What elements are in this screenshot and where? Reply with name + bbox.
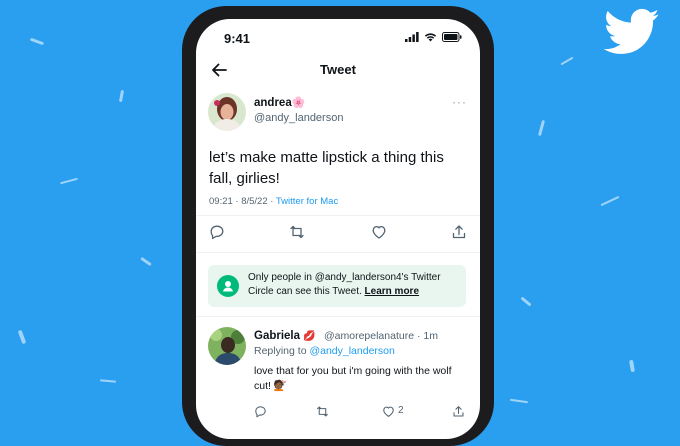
more-options-icon[interactable]: ··· [452, 95, 467, 109]
retweet-icon[interactable] [289, 224, 305, 240]
reply-text: love that for you but i'm going with the… [254, 365, 452, 392]
replying-to-handle-link[interactable]: @andy_landerson [309, 345, 394, 357]
reply-icon[interactable] [254, 405, 267, 418]
replying-to: Replying to @andy_landerson [254, 345, 395, 357]
top-navigation-bar: Tweet [196, 57, 480, 85]
share-icon[interactable] [451, 224, 467, 240]
like-icon[interactable] [371, 224, 387, 240]
tweet-meta: 09:21 · 8/5/22 · Twitter for Mac [209, 196, 338, 207]
divider [196, 316, 480, 317]
author-avatar[interactable] [208, 93, 246, 131]
wifi-icon [424, 33, 437, 42]
reply-author-avatar[interactable] [208, 327, 246, 365]
author-handle[interactable]: @andy_landerson [254, 112, 343, 124]
twitter-circle-notice: Only people in @andy_landerson4's Twitte… [208, 265, 466, 307]
learn-more-link[interactable]: Learn more [365, 286, 419, 297]
share-icon[interactable] [452, 405, 465, 418]
reply-author-name-text: Gabriela [254, 330, 301, 342]
author-name[interactable]: andrea🌸 [254, 96, 305, 109]
status-bar: 9:41 [196, 19, 480, 57]
battery-icon [442, 32, 462, 42]
lips-emoji-icon: 💋 [303, 331, 316, 342]
reply-actions: 2 [254, 405, 468, 421]
divider [196, 215, 480, 216]
divider [196, 252, 480, 253]
author-name-text: andrea [254, 97, 292, 109]
circle-notice-text: Only people in @andy_landerson4's Twitte… [248, 271, 460, 299]
twitter-bird-logo-icon [604, 8, 660, 54]
tweet-actions [209, 224, 467, 244]
reply-author-name[interactable]: Gabriela 💋 [254, 330, 316, 342]
signal-icon [405, 32, 419, 42]
tweet-text: let’s make matte lipstick a thing this f… [209, 149, 444, 187]
reply-author-handle[interactable]: @amorepelanature · 1m [324, 330, 438, 342]
flower-emoji-icon: 🌸 [291, 97, 306, 109]
like-count: 2 [398, 405, 404, 416]
phone-screen: 9:41 Tweet andrea🌸 @andy_landerson ··· l… [196, 19, 480, 439]
like-icon[interactable] [382, 405, 395, 418]
twitter-circle-icon [217, 275, 239, 297]
tweet-timestamp: 09:21 · 8/5/22 · [209, 196, 276, 207]
retweet-icon[interactable] [316, 405, 329, 418]
status-time: 9:41 [224, 31, 251, 46]
tweet-source-link[interactable]: Twitter for Mac [276, 196, 338, 207]
reply-icon[interactable] [209, 224, 225, 240]
page-title: Tweet [320, 62, 356, 77]
replying-to-label: Replying to [254, 345, 310, 357]
